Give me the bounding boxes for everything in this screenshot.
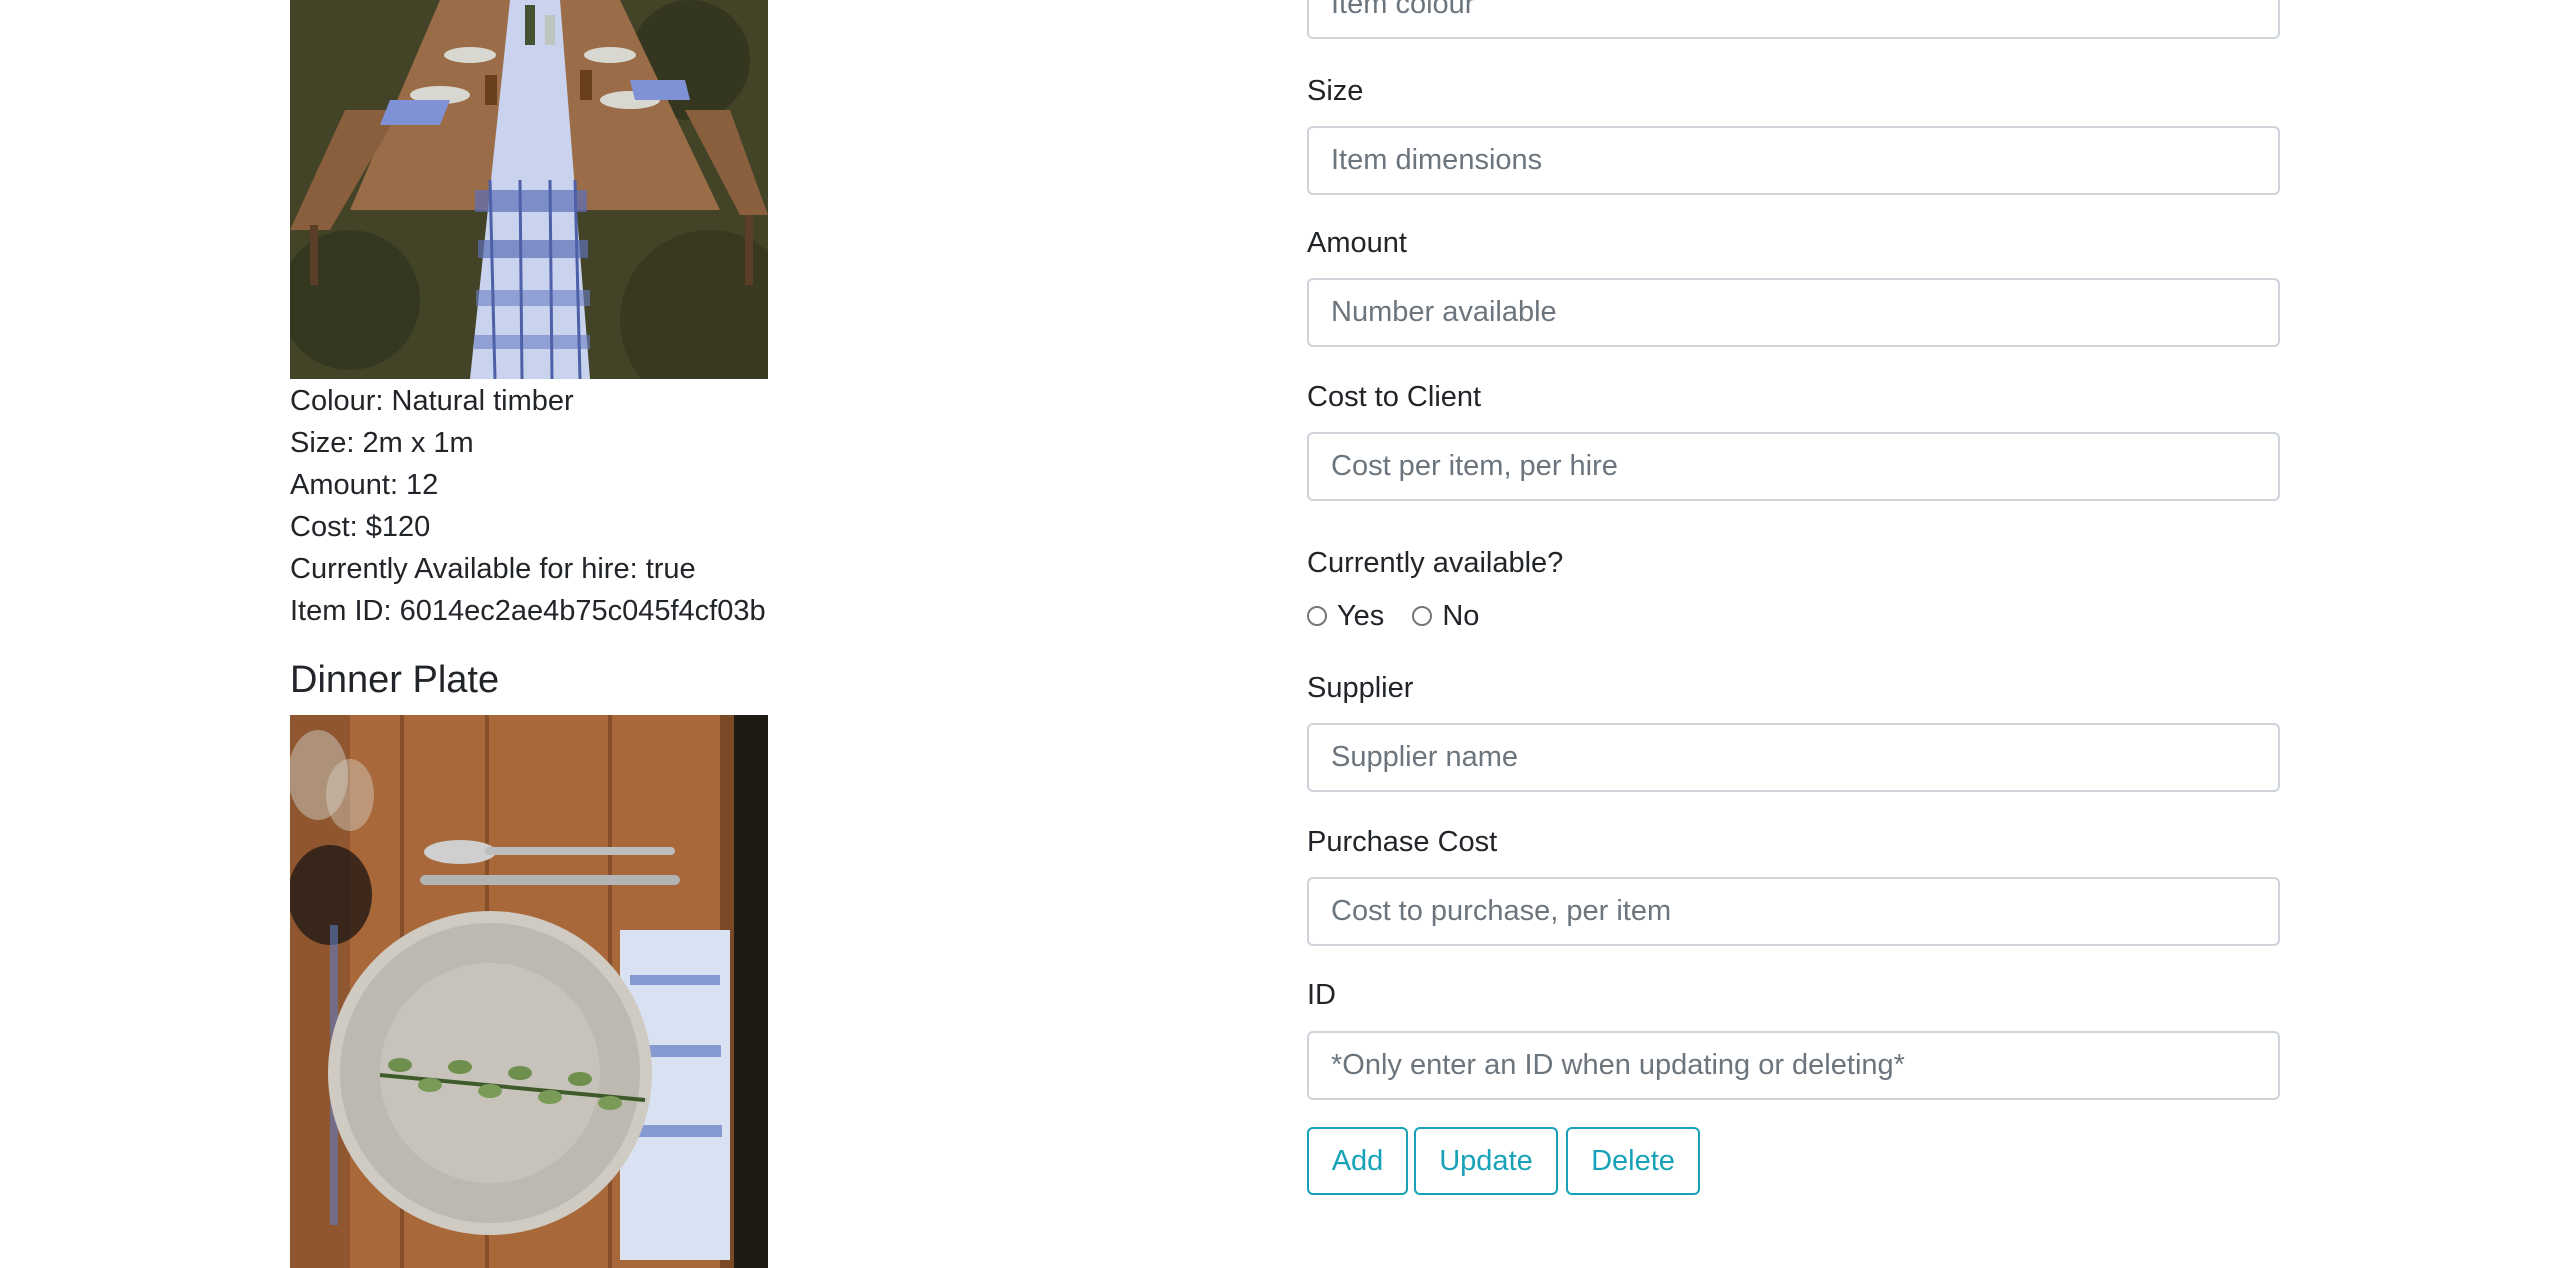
availability-yes-option[interactable]: Yes (1307, 600, 1384, 633)
availability-label: Currently available? (1307, 547, 1564, 579)
delete-button[interactable]: Delete (1566, 1127, 1700, 1195)
page: Colour: Natural timber Size: 2m x 1m Amo… (0, 0, 2559, 1268)
item-colour: Colour: Natural timber (290, 385, 574, 417)
item-id: Item ID: 6014ec2ae4b75c045f4cf03b (290, 595, 766, 627)
amount-label: Amount (1307, 227, 1407, 259)
supplier-input[interactable] (1307, 723, 2280, 792)
cost-to-client-label: Cost to Client (1307, 381, 1482, 413)
availability-no-option[interactable]: No (1412, 600, 1479, 633)
item-size: Size: 2m x 1m (290, 427, 474, 459)
id-label: ID (1307, 979, 1336, 1011)
item-availability: Currently Available for hire: true (290, 553, 696, 585)
id-input[interactable] (1307, 1031, 2280, 1100)
yes-radio-label[interactable]: Yes (1337, 600, 1384, 633)
no-radio-label[interactable]: No (1442, 600, 1479, 633)
size-label: Size (1307, 75, 1364, 107)
supplier-label: Supplier (1307, 672, 1414, 704)
item-cost: Cost: $120 (290, 511, 431, 543)
add-button[interactable]: Add (1307, 1127, 1408, 1195)
purchase-cost-label: Purchase Cost (1307, 826, 1498, 858)
item-amount: Amount: 12 (290, 469, 439, 501)
yes-radio[interactable] (1307, 606, 1327, 626)
update-button[interactable]: Update (1414, 1127, 1558, 1195)
no-radio[interactable] (1412, 606, 1433, 626)
purchase-cost-input[interactable] (1307, 877, 2280, 946)
cost-to-client-input[interactable] (1307, 432, 2280, 501)
size-input[interactable] (1307, 126, 2280, 195)
colour-input[interactable] (1307, 0, 2280, 39)
amount-input[interactable] (1307, 278, 2280, 347)
dinner-plate-photo (290, 715, 768, 1268)
availability-radio-group: Yes No (1307, 596, 1507, 636)
item-title: Dinner Plate (290, 659, 500, 701)
item-details: Colour: Natural timber Size: 2m x 1m Amo… (290, 380, 766, 632)
table-setting-photo (290, 0, 768, 379)
